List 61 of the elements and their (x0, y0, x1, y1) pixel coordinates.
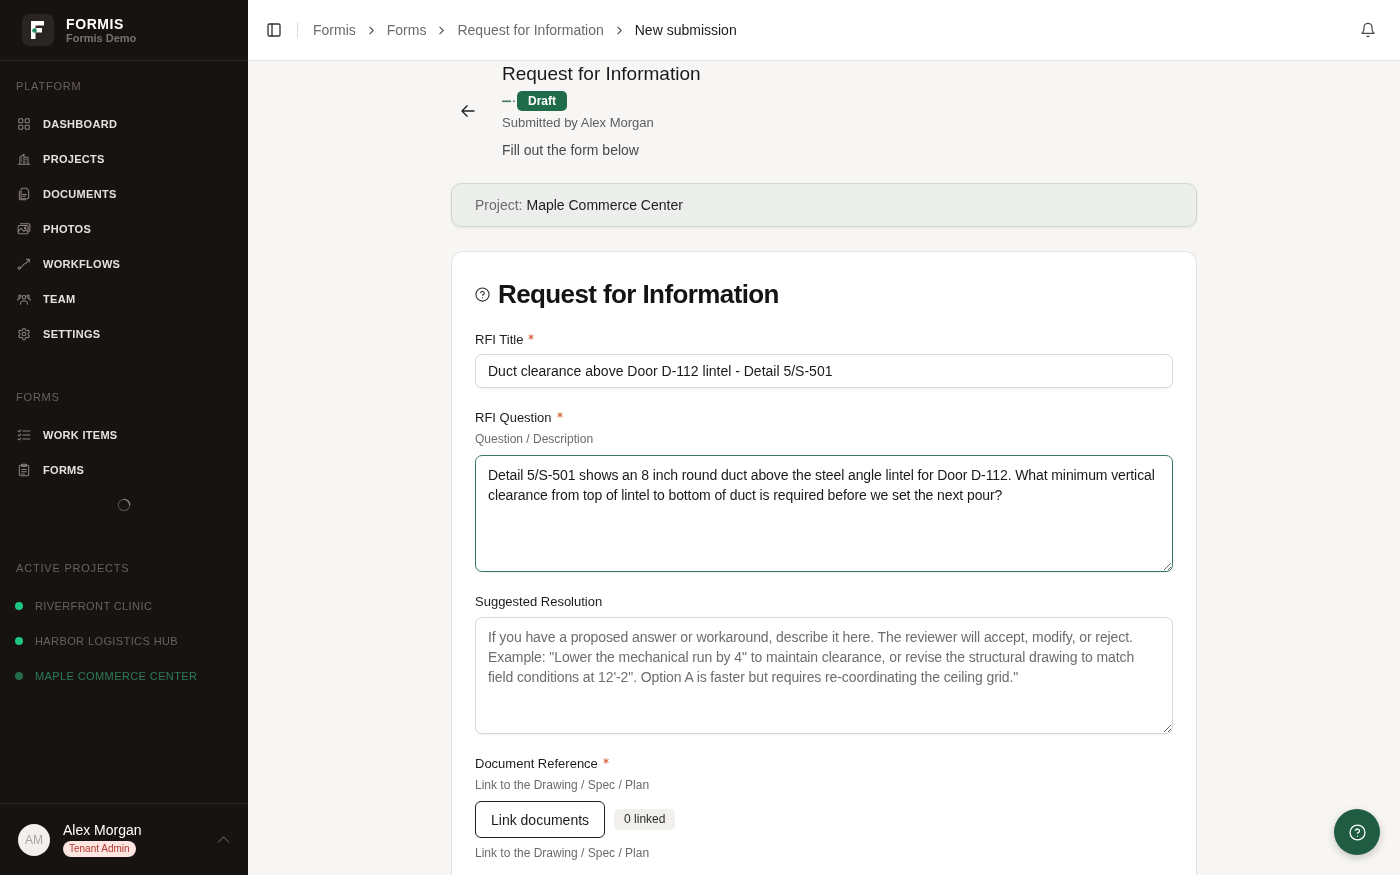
dash-icon (502, 99, 515, 103)
chevron-right-icon (368, 25, 374, 35)
field-label: Document Reference (475, 756, 598, 772)
nav-item[interactable]: WORK ITEMS (8, 417, 240, 452)
sidebar-section-title: PLATFORM (15, 79, 83, 93)
field-hint: Link to the Drawing / Spec / Plan (475, 778, 650, 793)
route-icon (17, 256, 31, 271)
avatar: AM (18, 823, 50, 856)
status-badge: Draft (517, 91, 567, 111)
page-subtitle: Fill out the form below (502, 141, 639, 159)
sidebar-toggle-icon[interactable] (266, 22, 282, 38)
back-arrow-icon[interactable] (461, 105, 475, 117)
users-icon (17, 291, 31, 306)
brand-name: FORMIS (66, 15, 126, 32)
workspace-name: Formis Demo (66, 31, 137, 45)
nav-item[interactable]: DOCUMENTS (8, 176, 240, 211)
breadcrumb-link[interactable]: Forms (386, 22, 427, 38)
nav-item[interactable]: PROJECTS (8, 141, 240, 176)
nav-item[interactable]: TEAM (8, 281, 240, 316)
project-label: Project: (475, 197, 523, 213)
image-icon (17, 221, 31, 236)
project-item[interactable]: MAPLE COMMERCE CENTER (8, 658, 240, 693)
help-circle-icon (475, 286, 490, 302)
textarea-field[interactable]: Detail 5/S-501 shows an 8 inch round duct above the steel angle lintel for Door D-112. What minimum vertical clearance from top of lintel to bottom of duct is required before we set the next pour? (475, 455, 1173, 572)
breadcrumb-link[interactable]: Formis (313, 22, 356, 38)
role-badge: Tenant Admin (63, 841, 136, 857)
text-input-field[interactable]: Duct clearance above Door D-112 lintel - Detail 5/S-501 (475, 354, 1173, 388)
nav-item[interactable]: PHOTOS (8, 211, 240, 246)
field-label: RFI Title (475, 332, 524, 348)
breadcrumb-link[interactable]: New submission (634, 22, 737, 38)
chevron-right-icon (439, 25, 445, 35)
field-label: RFI Question (475, 410, 552, 426)
building-icon (17, 151, 31, 166)
chevron-right-icon (616, 25, 622, 35)
field-label: Suggested Resolution (475, 594, 603, 610)
field-hint: Link to the Drawing / Spec / Plan (475, 846, 650, 861)
bell-icon[interactable] (1360, 22, 1376, 38)
files-icon (17, 186, 31, 201)
sidebar-section-title: ACTIVE PROJECTS (15, 561, 131, 575)
help-icon (1348, 823, 1366, 841)
field-hint: Question / Description (475, 432, 594, 447)
settings-icon (17, 326, 31, 341)
grid-icon (17, 116, 31, 131)
help-button[interactable] (1334, 809, 1380, 855)
breadcrumb-link[interactable]: Request for Information (457, 22, 604, 38)
form-title: Request for Information (498, 278, 779, 310)
submitted-by-text: Submitted by Alex Morgan (502, 114, 654, 131)
link-documents-button[interactable]: Link documents (475, 801, 606, 838)
sidebar-section-title: FORMS (15, 390, 61, 404)
textarea-field[interactable]: If you have a proposed answer or workaround, describe it here. The reviewer will accept, modify, or reject. Example: "Lower the mechanical run by 4" to maintain clearance, or revise the structural drawing to match field conditions at 12'-2". Option A is faster but requires re-coordinating the ceiling grid." (475, 617, 1173, 734)
page-title: Request for Information (502, 63, 701, 85)
nav-item[interactable]: SETTINGS (8, 316, 240, 351)
nav-item[interactable]: DASHBOARD (8, 106, 240, 141)
logo-icon (22, 14, 54, 46)
checklist-icon (17, 427, 31, 442)
user-name: Alex Morgan (63, 822, 142, 839)
linked-count-badge: 0 linked (614, 809, 676, 830)
project-name: Maple Commerce Center (526, 197, 683, 213)
nav-item[interactable]: FORMS (8, 452, 240, 487)
nav-item[interactable]: WORKFLOWS (8, 246, 240, 281)
clipboard-icon (17, 462, 31, 477)
